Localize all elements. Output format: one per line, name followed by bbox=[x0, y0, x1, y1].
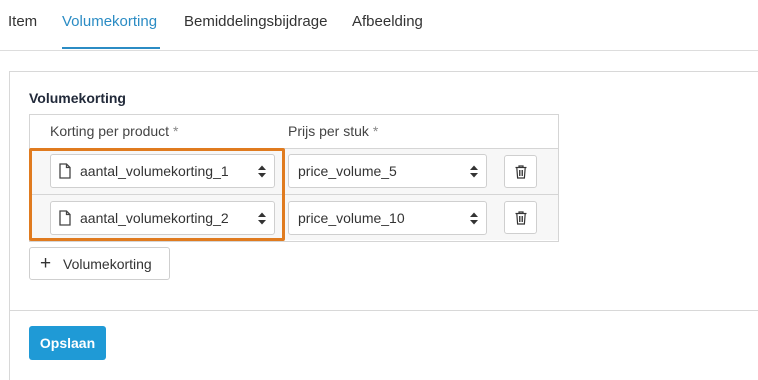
column-header-price: Prijs per stuk * bbox=[288, 123, 378, 139]
price-field-select[interactable]: price_volume_10 bbox=[288, 201, 487, 235]
tab-bemiddelingsbijdrage[interactable]: Bemiddelingsbijdrage bbox=[184, 13, 327, 30]
document-icon bbox=[59, 210, 71, 226]
save-button[interactable]: Opslaan bbox=[29, 326, 106, 360]
add-button-label: Volumekorting bbox=[63, 256, 152, 272]
sort-caret-icon bbox=[470, 212, 478, 225]
required-mark: * bbox=[172, 123, 179, 139]
discount-field-select[interactable]: aantal_volumekorting_1 bbox=[50, 154, 275, 188]
select-value: price_volume_5 bbox=[298, 163, 397, 179]
section-title: Volumekorting bbox=[29, 90, 126, 106]
plus-icon: + bbox=[40, 253, 52, 274]
sort-caret-icon bbox=[258, 165, 266, 178]
tab-volumekorting[interactable]: Volumekorting bbox=[62, 13, 157, 30]
select-value: price_volume_10 bbox=[298, 210, 405, 226]
sort-caret-icon bbox=[258, 212, 266, 225]
delete-row-button[interactable] bbox=[504, 201, 537, 234]
discount-field-select[interactable]: aantal_volumekorting_2 bbox=[50, 201, 275, 235]
tab-afbeelding[interactable]: Afbeelding bbox=[352, 13, 423, 30]
document-icon bbox=[59, 163, 71, 179]
form-footer bbox=[9, 310, 758, 380]
column-header-price-label: Prijs per stuk bbox=[288, 123, 369, 139]
trash-icon bbox=[515, 165, 527, 179]
trash-icon bbox=[515, 211, 527, 225]
delete-row-button[interactable] bbox=[504, 155, 537, 188]
tab-bar: Item Volumekorting Bemiddelingsbijdrage … bbox=[0, 0, 758, 51]
column-header-discount: Korting per product * bbox=[50, 123, 178, 139]
select-value: aantal_volumekorting_2 bbox=[80, 210, 229, 226]
tab-item[interactable]: Item bbox=[8, 13, 37, 30]
sort-caret-icon bbox=[470, 165, 478, 178]
active-tab-indicator bbox=[62, 47, 160, 49]
required-mark: * bbox=[372, 123, 379, 139]
price-field-select[interactable]: price_volume_5 bbox=[288, 154, 487, 188]
save-button-label: Opslaan bbox=[39, 335, 96, 351]
select-value: aantal_volumekorting_1 bbox=[80, 163, 229, 179]
add-volume-discount-button[interactable]: + Volumekorting bbox=[29, 247, 170, 280]
column-header-discount-label: Korting per product bbox=[50, 123, 170, 139]
